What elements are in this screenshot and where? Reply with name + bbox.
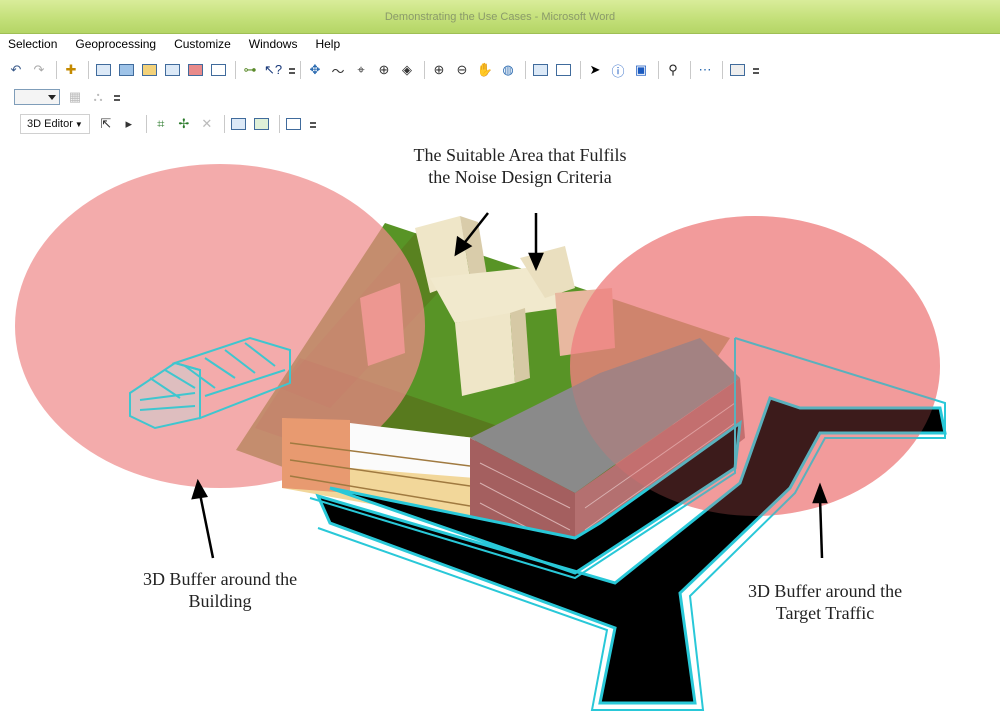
create-features-window-icon[interactable]	[284, 114, 304, 134]
toolbar-separator	[278, 115, 280, 133]
zoom-out-icon[interactable]: ⊖	[452, 60, 472, 80]
html-popup-icon[interactable]: ▣	[631, 60, 651, 80]
attributes-icon[interactable]	[229, 114, 249, 134]
toolbar-separator	[658, 61, 659, 79]
overflow-icon[interactable]	[113, 91, 121, 103]
add-data-icon[interactable]: ✚	[61, 60, 81, 80]
traffic-buffer-overlay	[570, 216, 940, 516]
caption-suitable-area-line2: the Noise Design Criteria	[428, 167, 612, 187]
map-view-icon[interactable]	[93, 60, 113, 80]
toolbar-separator	[300, 61, 301, 79]
clear-selection-icon[interactable]	[553, 60, 573, 80]
layer-dropdown[interactable]	[14, 89, 60, 105]
split-tool-icon[interactable]: ✕	[197, 114, 217, 134]
model-builder-icon[interactable]: ⊶	[240, 60, 260, 80]
toc-icon[interactable]	[162, 60, 182, 80]
toolbar-separator	[722, 61, 723, 79]
menu-windows[interactable]: Windows	[249, 37, 298, 51]
disabled-tool-icon: ⛬	[93, 89, 103, 104]
undo-icon[interactable]: ↶	[6, 60, 26, 80]
toolbar-separator	[56, 61, 57, 79]
create-features-icon[interactable]: ⌗	[151, 114, 171, 134]
arrow-tool-icon[interactable]: ▸	[119, 114, 139, 134]
sketch-properties-icon[interactable]	[252, 114, 272, 134]
zoom-in-icon[interactable]: ⊕	[429, 60, 449, 80]
menu-selection[interactable]: Selection	[8, 37, 57, 51]
catalog-icon[interactable]	[139, 60, 159, 80]
secondary-toolbar: ▦ ⛬	[0, 84, 1000, 110]
observer-icon[interactable]: ◈	[397, 60, 417, 80]
arrow-building-buffer	[198, 493, 215, 559]
caption-traffic-buffer-line1: 3D Buffer around the	[747, 581, 903, 601]
move-feature-icon[interactable]: ✢	[174, 114, 194, 134]
caption-building-buffer-line2: Building	[188, 591, 252, 611]
chevron-down-icon: ▼	[74, 119, 83, 129]
3d-scene-view[interactable]	[0, 138, 1000, 718]
fly-icon[interactable]: 〜	[328, 60, 348, 80]
menu-geoprocessing[interactable]: Geoprocessing	[75, 37, 156, 51]
menu-customize[interactable]: Customize	[174, 37, 231, 51]
navigate-icon[interactable]: ✥	[305, 60, 325, 80]
redo-icon[interactable]: ↷	[29, 60, 49, 80]
select-features-icon[interactable]	[530, 60, 550, 80]
disabled-tool-icon: ▦	[68, 89, 82, 104]
3d-editor-label: 3D Editor	[27, 118, 73, 130]
toolbar-separator	[525, 61, 526, 79]
toolbar-separator	[424, 61, 425, 79]
3d-editor-toolbar: 3D Editor ▼ ⇱ ▸ ⌗ ✢ ✕	[0, 110, 1000, 138]
menu-help[interactable]: Help	[315, 37, 340, 51]
identify-window-icon[interactable]	[208, 60, 228, 80]
arrow-traffic-buffer	[818, 497, 824, 559]
info-icon[interactable]: ⓘ	[608, 60, 628, 80]
full-extent-icon[interactable]: ◍	[498, 60, 518, 80]
3d-editor-menu-button[interactable]: 3D Editor ▼	[20, 114, 90, 134]
caption-suitable-area-line1: The Suitable Area that Fulfils	[413, 145, 627, 165]
toolbar-separator	[235, 61, 236, 79]
caption-traffic-buffer-line2: Target Traffic	[775, 603, 875, 623]
search-window-icon[interactable]	[185, 60, 205, 80]
overflow-icon[interactable]	[752, 64, 760, 76]
menu-bar: Selection Geoprocessing Customize Window…	[0, 34, 1000, 54]
caption-suitable-area: The Suitable Area that Fulfils the Noise…	[340, 144, 700, 188]
toolbar-separator	[88, 61, 89, 79]
overflow-icon[interactable]	[309, 118, 317, 130]
measure-icon[interactable]: ⋯	[695, 60, 715, 80]
zoom-to-target-icon[interactable]: ⊕	[374, 60, 394, 80]
caption-traffic-buffer: 3D Buffer around the Target Traffic	[695, 580, 955, 624]
pan-icon[interactable]: ✋	[475, 60, 495, 80]
center-target-icon[interactable]: ⌖	[351, 60, 371, 80]
overflow-icon[interactable]	[288, 64, 296, 76]
find-icon[interactable]: ⚲	[663, 60, 683, 80]
layout-view-icon[interactable]	[116, 60, 136, 80]
toolbar-separator	[223, 115, 225, 133]
toolbar-separator	[145, 115, 147, 133]
caption-building-buffer: 3D Buffer around the Building	[90, 568, 350, 612]
swipe-icon[interactable]	[727, 60, 747, 80]
select-elements-icon[interactable]: ➤	[585, 60, 605, 80]
caption-building-buffer-line1: 3D Buffer around the	[142, 569, 298, 589]
toolbar-separator	[580, 61, 581, 79]
standard-toolbar: ↶ ↷ ✚ ⊶ ↖? ✥ 〜 ⌖ ⊕ ◈ ⊕ ⊖ ✋ ◍ ➤ ⓘ ▣ ⚲ ⋯	[0, 56, 1000, 84]
edit-tool-icon[interactable]: ⇱	[96, 114, 116, 134]
help-pointer-icon[interactable]: ↖?	[263, 60, 283, 80]
window-titlebar: Demonstrating the Use Cases - Microsoft …	[0, 0, 1000, 34]
toolbar-separator	[690, 61, 691, 79]
window-title: Demonstrating the Use Cases - Microsoft …	[384, 11, 616, 23]
